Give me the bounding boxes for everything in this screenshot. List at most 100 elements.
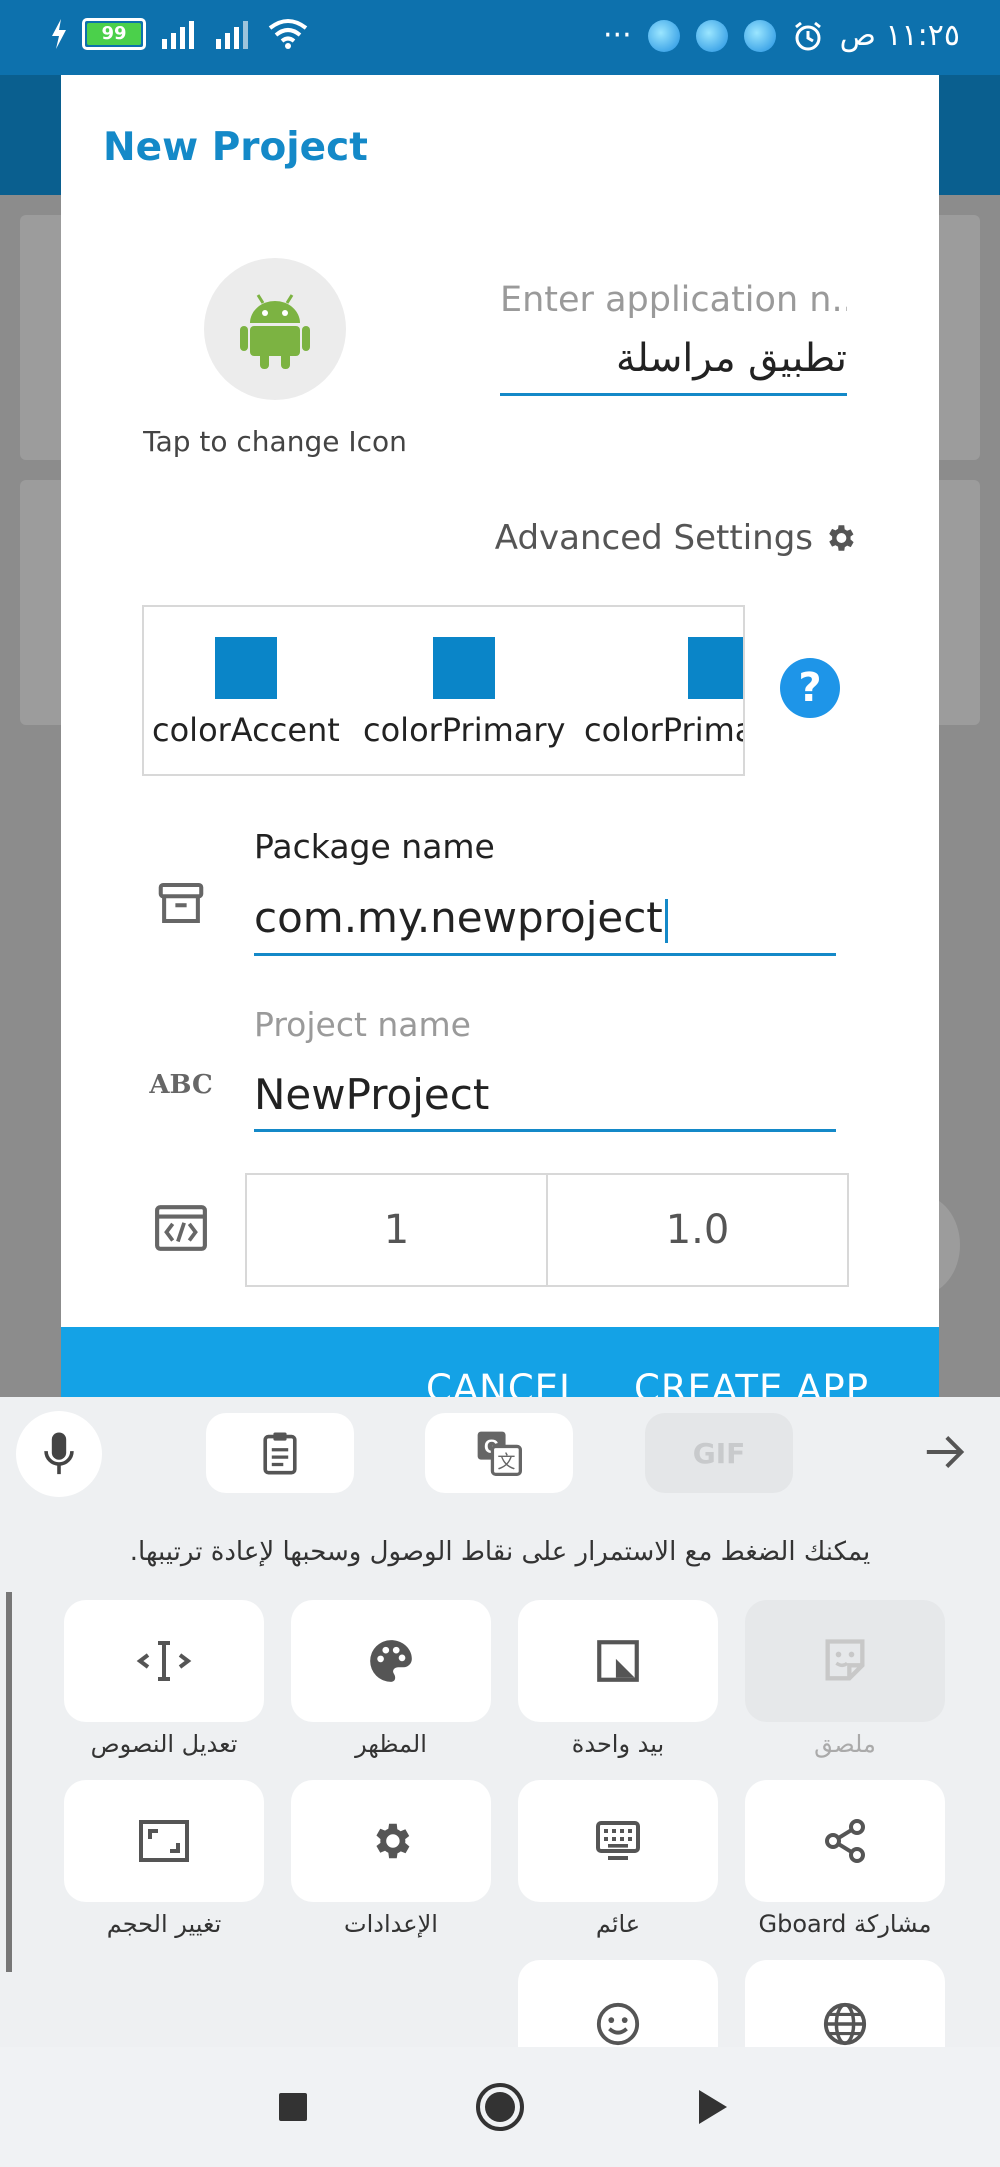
- circle-icon: [476, 2083, 524, 2131]
- language-tile[interactable]: [745, 1960, 945, 2047]
- keyboard-panel: G文 GIF يمكنك الضغط مع الاستمرار على نقاط…: [0, 1397, 1000, 2047]
- gif-button[interactable]: GIF: [645, 1413, 793, 1493]
- edge-icon: [743, 19, 776, 52]
- floating-keyboard-icon: [596, 1821, 640, 1860]
- text-edit-label: تعديل النصوص: [90, 1730, 238, 1758]
- sticker-tile[interactable]: [745, 1600, 945, 1722]
- share-icon: [825, 1819, 865, 1863]
- navigation-bar: [0, 2047, 1000, 2167]
- scrollbar[interactable]: [6, 1592, 12, 1972]
- back-button[interactable]: [687, 2082, 737, 2132]
- project-name-input[interactable]: NewProject: [254, 1070, 836, 1132]
- charging-icon: [52, 19, 66, 49]
- settings-tile[interactable]: [291, 1780, 491, 1902]
- gear-icon: [829, 525, 854, 551]
- code-icon: [151, 1198, 211, 1258]
- battery-indicator: 99: [82, 18, 146, 50]
- version-code-input[interactable]: 1: [245, 1173, 548, 1287]
- color-label: colorPrimary: [363, 711, 566, 749]
- floating-label: عائم: [595, 1910, 641, 1938]
- icon-caption: Tap to change Icon: [143, 425, 407, 458]
- help-button[interactable]: ?: [780, 658, 840, 718]
- resize-label: تغيير الحجم: [106, 1910, 222, 1938]
- color-label: colorAccent: [152, 711, 340, 749]
- new-project-dialog: New Project Tap to change Icon Enter app…: [61, 75, 939, 1397]
- share-gboard-label: مشاركة Gboard: [758, 1910, 932, 1938]
- square-icon: [279, 2093, 307, 2121]
- version-name-input[interactable]: 1.0: [546, 1173, 849, 1287]
- dialog-button-bar: CANCEL CREATE APP: [61, 1327, 939, 1397]
- dialog-title: New Project: [103, 125, 368, 170]
- advanced-settings-label: Advanced Settings: [494, 518, 813, 558]
- app-name-input[interactable]: تطبيق مراسلة: [500, 336, 847, 396]
- gif-label: GIF: [692, 1436, 746, 1470]
- package-name-input[interactable]: com.my.newproject: [254, 893, 836, 956]
- gear-icon: [376, 1823, 410, 1859]
- globe-icon: [823, 2002, 867, 2045]
- share-gboard-tile[interactable]: [745, 1780, 945, 1902]
- app-icon-picker[interactable]: [204, 258, 346, 400]
- package-name-value: com.my.newproject: [254, 893, 663, 942]
- mic-button[interactable]: [16, 1411, 102, 1497]
- color-label: colorPrima: [584, 711, 745, 749]
- abc-icon: ABC: [149, 1070, 213, 1100]
- clipboard-icon: [263, 1432, 297, 1475]
- sticker-icon: [825, 1639, 865, 1681]
- app-name-placeholder: Enter application n...: [500, 280, 847, 320]
- color-primary-dark-item[interactable]: colorPrima: [584, 637, 745, 749]
- signal-icon: [162, 21, 194, 49]
- color-accent-item[interactable]: colorAccent: [152, 637, 340, 749]
- settings-label: الإعدادات: [344, 1910, 438, 1938]
- text-edit-tile[interactable]: [64, 1600, 264, 1722]
- recents-button[interactable]: [268, 2082, 318, 2132]
- forward-arrow-button[interactable]: [910, 1417, 980, 1487]
- wifi-icon: [268, 19, 308, 49]
- more-notifications: ···: [603, 18, 632, 53]
- triangle-icon: [699, 2090, 727, 2124]
- alarm-icon: [794, 21, 821, 50]
- theme-label: المظهر: [355, 1730, 427, 1758]
- clock: ١١:٢٥ ص: [839, 18, 960, 53]
- palette-icon: [370, 1640, 412, 1682]
- floating-tile[interactable]: [518, 1780, 718, 1902]
- status-left: 99: [50, 18, 308, 50]
- color-primary-item[interactable]: colorPrimary: [363, 637, 565, 749]
- color-swatch: [214, 637, 277, 699]
- theme-tile[interactable]: [291, 1600, 491, 1722]
- text-edit-icon: [136, 1641, 192, 1681]
- status-bar: 99 ··· ١١:٢٥ ص: [0, 0, 1000, 75]
- keyboard-toolbar: G文 GIF: [0, 1397, 1000, 1507]
- one-hand-icon: [597, 1640, 639, 1682]
- edge-icon: [695, 19, 728, 52]
- app-name-field[interactable]: Enter application n... تطبيق مراسلة: [500, 280, 847, 396]
- translate-button[interactable]: G文: [425, 1413, 573, 1493]
- sticker-label: ملصق: [814, 1730, 876, 1758]
- color-swatch: [688, 637, 743, 699]
- status-right: ··· ١١:٢٥ ص: [603, 18, 960, 53]
- project-name-label: Project name: [254, 1005, 471, 1044]
- advanced-settings-button[interactable]: Advanced Settings: [495, 518, 857, 558]
- android-icon: [240, 294, 310, 369]
- clipboard-button[interactable]: [206, 1413, 354, 1493]
- cancel-button[interactable]: CANCEL: [426, 1367, 581, 1397]
- resize-tile[interactable]: [64, 1780, 264, 1902]
- resize-icon: [139, 1820, 189, 1862]
- emoji-tile[interactable]: [518, 1960, 718, 2047]
- emoji-icon: [596, 2002, 640, 2045]
- package-name-label: Package name: [254, 827, 495, 866]
- color-palette-list[interactable]: colorAccent colorPrimary colorPrima: [142, 605, 745, 776]
- color-swatch: [433, 637, 496, 699]
- one-hand-tile[interactable]: [518, 1600, 718, 1722]
- rearrange-hint: يمكنك الضغط مع الاستمرار على نقاط الوصول…: [129, 1537, 871, 1567]
- signal-icon-2: [216, 21, 248, 49]
- battery-level: 99: [87, 23, 141, 45]
- text-cursor: [664, 898, 668, 943]
- package-icon: [151, 873, 211, 933]
- arrow-right-icon: [926, 1436, 965, 1468]
- one-hand-label: بيد واحدة: [571, 1730, 665, 1758]
- translate-icon: G文: [477, 1431, 522, 1476]
- svg-text:文: 文: [497, 1452, 515, 1473]
- home-button[interactable]: [475, 2082, 525, 2132]
- edge-icon: [647, 19, 680, 52]
- create-app-button[interactable]: CREATE APP: [634, 1367, 869, 1397]
